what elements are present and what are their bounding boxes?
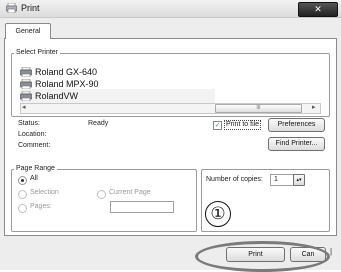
tab-general[interactable]: General <box>5 23 51 39</box>
selection-radio[interactable] <box>18 190 27 199</box>
page-range-label: Page Range <box>14 165 57 172</box>
location-label: Location: <box>18 131 47 138</box>
pages-input[interactable] <box>110 201 174 213</box>
copies-input[interactable]: 1 <box>270 174 295 186</box>
status-label: Status: <box>18 120 40 127</box>
printer-icon <box>20 67 32 77</box>
current-page-radio[interactable] <box>97 190 106 199</box>
pages-label: Pages: <box>30 203 52 210</box>
window-title: Print <box>21 3 40 13</box>
scroll-right-arrow-icon[interactable]: ▸ <box>312 103 316 111</box>
printer-icon <box>20 91 32 101</box>
copies-stepper[interactable]: ▴▾ <box>293 174 305 186</box>
close-button[interactable]: ✕ <box>298 2 338 17</box>
pages-radio[interactable] <box>18 204 27 213</box>
scrollbar-thumb[interactable]: III <box>215 104 302 113</box>
title-bar <box>0 0 341 18</box>
partial-button-edge: | <box>330 247 333 256</box>
scroll-left-arrow-icon[interactable]: ◂ <box>22 103 26 111</box>
step-number-annotation: ① <box>205 201 231 227</box>
printer-icon <box>20 79 32 89</box>
status-value: Ready <box>88 120 109 127</box>
highlight-oval-annotation <box>195 241 330 272</box>
print-to-file-label[interactable]: Print to file <box>224 120 262 130</box>
all-radio[interactable] <box>18 176 27 185</box>
find-printer-button[interactable]: Find Printer... <box>268 137 325 151</box>
selection-label: Selection <box>30 189 59 196</box>
current-page-label: Current Page <box>109 189 151 196</box>
select-printer-label: Select Printer <box>14 49 61 56</box>
preferences-button[interactable]: Preferences <box>268 118 325 132</box>
list-item[interactable]: RolandVW <box>20 89 215 103</box>
print-to-file-checkbox[interactable]: ✓ <box>213 121 222 130</box>
all-label: All <box>30 175 38 182</box>
copies-label: Number of copies: <box>206 176 263 183</box>
printer-name: RolandVW <box>35 91 79 101</box>
printer-icon <box>6 3 17 13</box>
comment-label: Comment: <box>18 142 51 149</box>
